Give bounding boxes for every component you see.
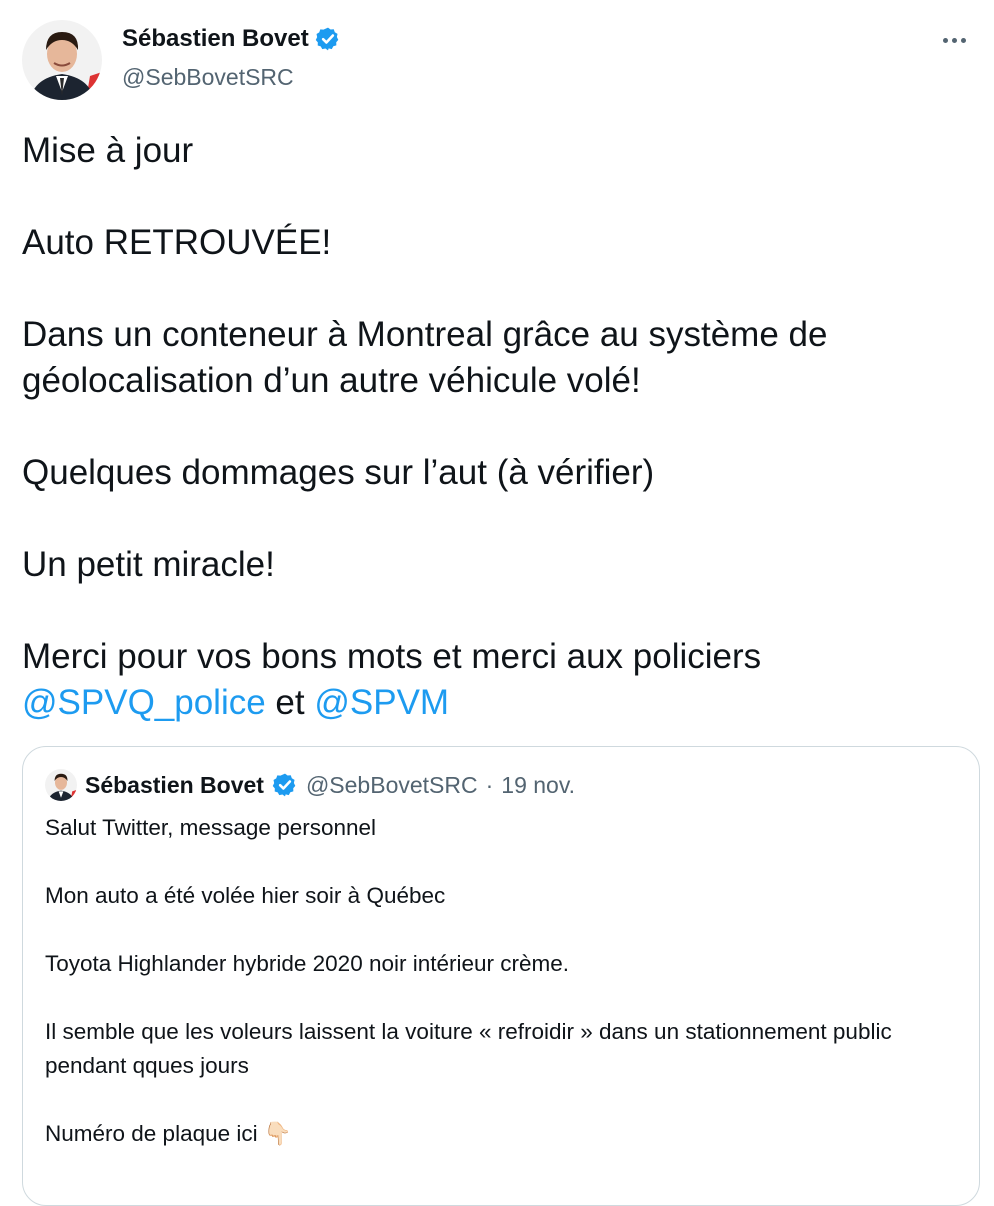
quoted-author-avatar xyxy=(45,769,77,801)
more-options-icon[interactable] xyxy=(934,22,974,58)
mention-spvm-link[interactable]: @SPVM xyxy=(314,683,449,722)
tweet-line: Mise à jour xyxy=(22,131,194,170)
quoted-line: Numéro de plaque ici 👇🏻 xyxy=(45,1121,292,1146)
author-handle[interactable]: @SebBovetSRC xyxy=(122,62,294,92)
tweet-text: Mise à jour Auto RETROUVÉE! Dans un cont… xyxy=(22,128,972,726)
quoted-line: Toyota Highlander hybride 2020 noir inté… xyxy=(45,951,570,976)
avatar-photo xyxy=(45,769,77,801)
quoted-line: Salut Twitter, message personnel xyxy=(45,815,377,840)
tweet-line: Dans un conteneur à Montreal grâce au sy… xyxy=(22,315,828,400)
tweet-line: Auto RETROUVÉE! xyxy=(22,223,332,262)
author-avatar[interactable] xyxy=(22,20,102,100)
quoted-tweet-text: Salut Twitter, message personnel Mon aut… xyxy=(45,811,965,1151)
quoted-line: Mon auto a été volée hier soir à Québec xyxy=(45,883,446,908)
quoted-author-name: Sébastien Bovet xyxy=(85,771,264,798)
verified-badge-icon xyxy=(272,773,296,797)
tweet-line: Merci pour vos bons mots et merci aux po… xyxy=(22,637,762,676)
quoted-tweet-header: Sébastien Bovet @SebBovetSRC · 19 nov. xyxy=(45,769,575,801)
author-name[interactable]: Sébastien Bovet xyxy=(122,24,309,54)
quoted-tweet-date: 19 nov. xyxy=(501,771,576,798)
tweet-line: Quelques dommages sur l’aut (à vérifier) xyxy=(22,453,655,492)
verified-badge-icon xyxy=(315,27,339,51)
quoted-line: Il semble que les voleurs laissent la vo… xyxy=(45,1019,892,1078)
mention-spvq-link[interactable]: @SPVQ_police xyxy=(22,683,266,722)
tweet-line: Un petit miracle! xyxy=(22,545,275,584)
tweet-mentions-line: @SPVQ_police et @SPVM xyxy=(22,680,972,726)
avatar-photo xyxy=(22,20,102,100)
author-name-row: Sébastien Bovet xyxy=(122,24,341,54)
quoted-author-handle: @SebBovetSRC xyxy=(305,771,478,798)
quoted-tweet-card[interactable]: Sébastien Bovet @SebBovetSRC · 19 nov. S… xyxy=(22,746,980,1206)
mention-connector: et xyxy=(265,683,315,722)
header-separator: · xyxy=(485,771,494,798)
